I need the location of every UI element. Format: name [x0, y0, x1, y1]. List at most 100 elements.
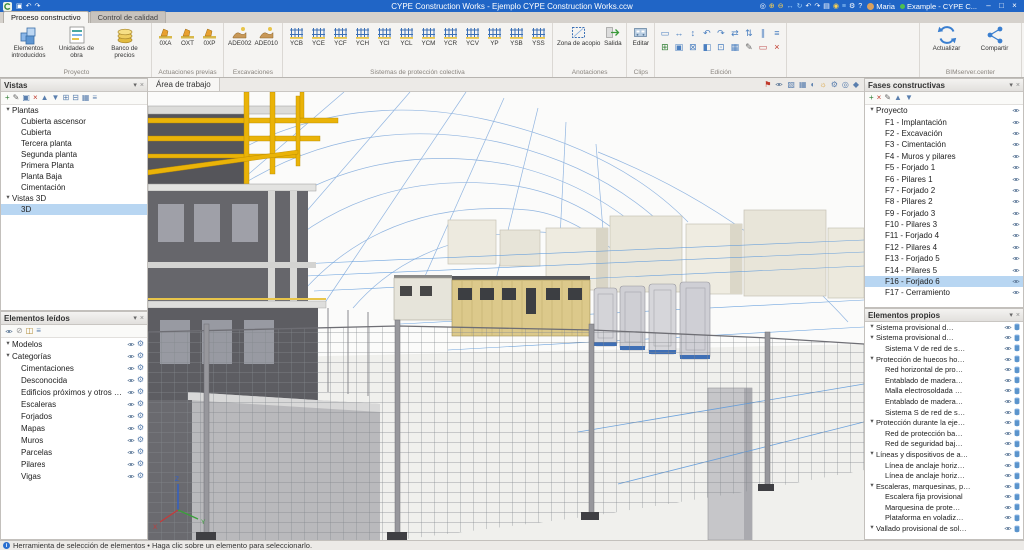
elemento-propio-row[interactable]: Línea de anclaje horiz… [865, 470, 1023, 481]
gear-icon[interactable]: ⚙ [137, 460, 144, 468]
vistas-row[interactable]: 3D [1, 204, 147, 215]
fase-row[interactable]: F14 - Pilares 5 [865, 264, 1023, 275]
ribbon-button-actualizar[interactable]: Actualizar [923, 24, 970, 54]
elementos-leidos-row[interactable]: Muros⚙ [1, 434, 147, 446]
vistas-row[interactable]: ▾Plantas [1, 105, 147, 116]
target-icon[interactable]: ◎ [842, 81, 849, 89]
elemento-propio-row[interactable]: Línea de anclaje horiz… [865, 460, 1023, 471]
select-icon[interactable]: ▭ [661, 29, 670, 38]
ribbon-button-0xp[interactable]: 0XP [199, 24, 220, 49]
ribbon-button-yss[interactable]: YSS [528, 24, 549, 49]
eye-icon[interactable] [1004, 484, 1012, 489]
close-panel-icon[interactable]: × [1016, 82, 1020, 89]
db-icon[interactable] [1014, 503, 1020, 511]
ribbon-button-ysb[interactable]: YSB [506, 24, 527, 49]
db-icon[interactable] [1014, 461, 1020, 469]
eye-icon[interactable] [1012, 268, 1020, 273]
mirror-h-icon[interactable]: ↔ [674, 29, 683, 38]
elemento-propio-row[interactable]: Escalera fija provisional [865, 492, 1023, 503]
box-icon[interactable]: ▣ [675, 43, 684, 52]
elementos-leidos-row[interactable]: Vigas⚙ [1, 470, 147, 482]
gear-icon[interactable]: ⚙ [831, 81, 838, 89]
eye-icon[interactable] [1004, 367, 1012, 372]
ribbon-button-ade010[interactable]: ADE010 [253, 24, 278, 49]
pin-icon[interactable]: ◆ [853, 81, 859, 89]
caret-icon[interactable]: ▾ [868, 324, 876, 331]
ribbon-tab-control-de-calidad[interactable]: Control de calidad [90, 11, 166, 23]
eye-icon[interactable] [1004, 494, 1012, 499]
eye-icon[interactable] [1004, 515, 1012, 520]
vistas-row[interactable]: Primera Planta [1, 160, 147, 171]
workspace-tab[interactable]: Área de trabajo [148, 78, 220, 91]
delete-box-icon[interactable]: ⊠ [689, 43, 697, 52]
ribbon-button-ycf[interactable]: YCF [330, 24, 351, 49]
help-icon[interactable]: ? [858, 3, 862, 10]
caret-icon[interactable]: ▾ [868, 107, 876, 114]
vistas-row[interactable]: Cubierta [1, 127, 147, 138]
ribbon-button-0xa[interactable]: 0XA [155, 24, 176, 49]
gear-icon[interactable]: ⚙ [137, 472, 144, 480]
eye-icon[interactable] [1004, 335, 1012, 340]
gear-icon[interactable]: ⚙ [137, 340, 144, 348]
eye-icon[interactable] [1004, 346, 1012, 351]
eraser-icon[interactable]: ▭ [759, 43, 768, 52]
stack-icon[interactable]: ⇅ [745, 29, 753, 38]
minimize-icon[interactable]: – [982, 1, 995, 12]
ribbon-button-ycr[interactable]: YCR [440, 24, 461, 49]
list-icon[interactable]: ≡ [36, 327, 41, 335]
eye-icon[interactable] [1012, 142, 1020, 147]
caret-icon[interactable]: ▾ [4, 341, 12, 348]
db-icon[interactable] [1014, 366, 1020, 374]
caret-icon[interactable]: ▾ [868, 335, 876, 342]
center-icon[interactable]: ⊡ [717, 43, 725, 52]
db-icon[interactable] [1014, 408, 1020, 416]
eye-icon[interactable] [1004, 431, 1012, 436]
db-icon[interactable] [1014, 429, 1020, 437]
gear-icon[interactable]: ⚙ [137, 376, 144, 384]
db-icon[interactable] [1014, 493, 1020, 501]
gear-icon[interactable]: ⚙ [137, 412, 144, 420]
edit-icon[interactable]: ✎ [13, 94, 20, 102]
eye-icon[interactable] [127, 474, 135, 479]
viewport-3d[interactable]: Z X Y [148, 92, 864, 540]
ribbon-button-elementos-introducidos[interactable]: Elementos introducidos [5, 24, 52, 61]
eye-icon[interactable] [1012, 177, 1020, 182]
collapse-panel-icon[interactable]: ▾ [133, 82, 137, 89]
grid-edit-icon[interactable]: ▦ [731, 43, 740, 52]
gear-icon[interactable]: ⚙ [137, 436, 144, 444]
db-icon[interactable] [1014, 450, 1020, 458]
elemento-propio-row[interactable]: ▾Vallado provisional de sol… [865, 523, 1023, 534]
ribbon-button-ych[interactable]: YCH [352, 24, 373, 49]
eye-icon[interactable] [1004, 325, 1012, 330]
expand-icon[interactable]: ⊞ [62, 94, 69, 102]
ribbon-button-yci[interactable]: YCI [374, 24, 395, 49]
del-icon[interactable]: × [33, 94, 38, 102]
eye-icon[interactable] [1012, 199, 1020, 204]
duplicate-icon[interactable]: ⊞ [661, 43, 669, 52]
half-icon[interactable]: ◧ [703, 43, 712, 52]
fase-row[interactable]: F3 - Cimentación [865, 139, 1023, 150]
rotate-left-icon[interactable]: ↶ [703, 29, 711, 38]
close-panel-icon[interactable]: × [140, 82, 144, 89]
eye-icon[interactable] [127, 414, 135, 419]
eye-icon[interactable] [1004, 452, 1012, 457]
ribbon-tab-proceso-constructivo[interactable]: Proceso constructivo [3, 11, 89, 23]
db-icon[interactable] [1014, 472, 1020, 480]
collapse-panel-icon[interactable]: ▾ [1009, 82, 1013, 89]
print-icon[interactable]: ▤ [823, 3, 830, 10]
rotate-right-icon[interactable]: ↷ [717, 29, 725, 38]
ribbon-button-ade002[interactable]: ADE002 [227, 24, 252, 49]
caret-icon[interactable]: ▾ [4, 195, 12, 202]
eye-icon[interactable] [1012, 188, 1020, 193]
close-panel-icon[interactable]: × [140, 315, 144, 322]
caret-icon[interactable]: ▾ [868, 451, 876, 458]
elemento-propio-row[interactable]: ▾Sistema provisional d… [865, 333, 1023, 344]
down-icon[interactable]: ▼ [905, 94, 913, 102]
gear-icon[interactable]: ⚙ [137, 424, 144, 432]
eye-icon[interactable] [127, 390, 135, 395]
close-panel-icon[interactable]: × [1016, 312, 1020, 319]
up-icon[interactable]: ▲ [894, 94, 902, 102]
elementos-leidos-row[interactable]: ▾Categorías⚙ [1, 350, 147, 362]
elemento-propio-row[interactable]: Malla electrosoldada … [865, 386, 1023, 397]
db-icon[interactable] [1014, 525, 1020, 533]
